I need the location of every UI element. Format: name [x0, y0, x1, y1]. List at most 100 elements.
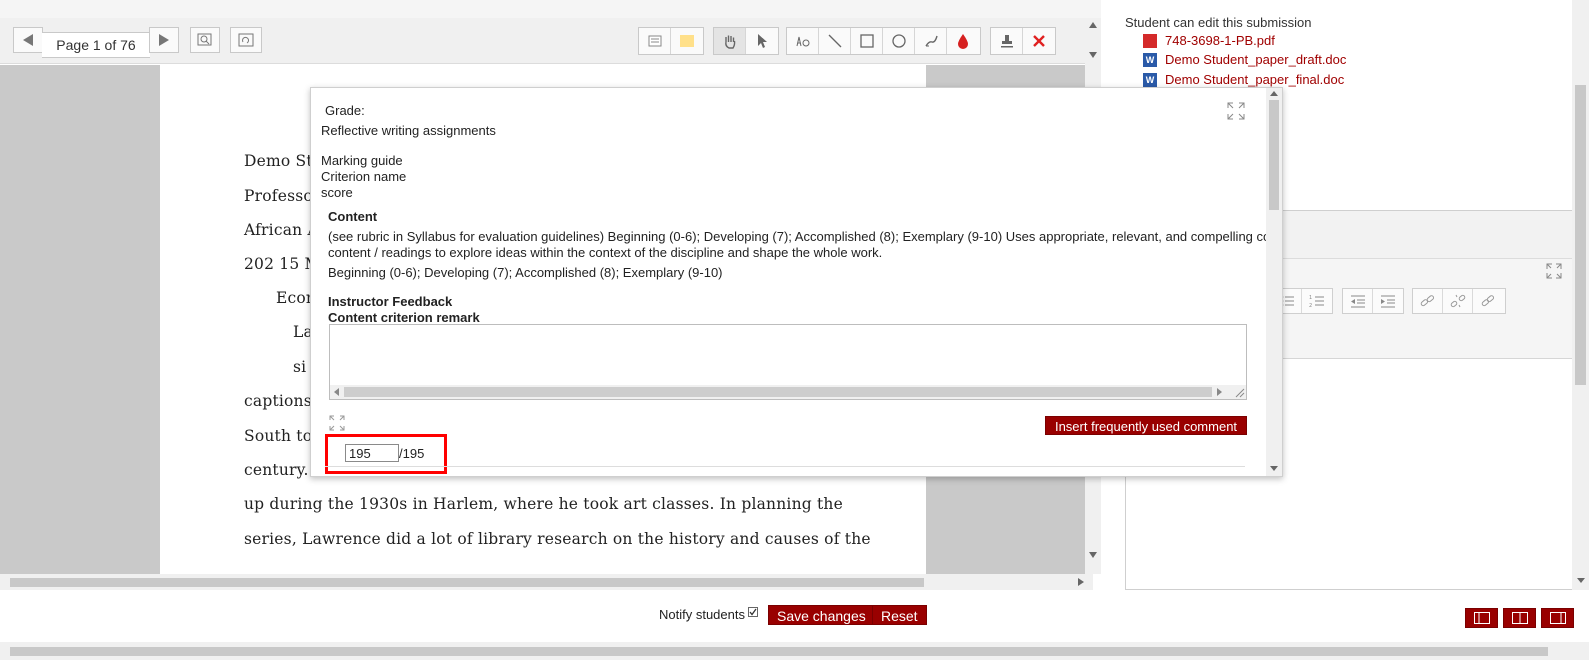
- grading-popup: Grade: Reflective writing assignments Ma…: [310, 87, 1283, 477]
- pen-icon: [924, 35, 938, 47]
- numbered-list-button[interactable]: 12: [1302, 289, 1332, 313]
- anchor-link-button[interactable]: [1473, 289, 1503, 313]
- pdf-horizontal-scrollbar[interactable]: [0, 574, 1093, 590]
- score-max: /195: [399, 446, 425, 461]
- hand-icon: [724, 35, 735, 49]
- scrollbar-thumb[interactable]: [344, 387, 1212, 397]
- file-name[interactable]: 748-3698-1-PB.pdf: [1165, 33, 1275, 48]
- stamp-tool[interactable]: [991, 28, 1023, 54]
- grade-label: Grade:: [325, 103, 365, 118]
- layout-left-button[interactable]: [1465, 608, 1498, 628]
- select-tool[interactable]: [746, 28, 778, 54]
- criterion-name-header: Criterion name: [321, 169, 407, 184]
- page-vertical-scrollbar[interactable]: [1572, 0, 1589, 590]
- oval-tool-icon: [796, 36, 809, 47]
- rectangle-icon: [859, 34, 874, 48]
- scrollbar-thumb[interactable]: [1575, 85, 1586, 385]
- editable-note: Student can edit this submission: [1125, 15, 1312, 30]
- circle-icon: [891, 34, 906, 48]
- layout-left-icon: [1473, 612, 1490, 624]
- insert-comment-button[interactable]: Insert frequently used comment: [1045, 416, 1247, 435]
- line-tool[interactable]: [819, 28, 851, 54]
- color-tool[interactable]: [947, 28, 979, 54]
- prev-page-button[interactable]: [13, 27, 43, 53]
- layout-right-button[interactable]: [1541, 608, 1574, 628]
- scroll-left-arrow-icon[interactable]: [334, 388, 339, 396]
- criterion-title: Content: [328, 209, 378, 224]
- circle-tool[interactable]: [883, 28, 915, 54]
- instructor-feedback-title: Instructor Feedback: [328, 294, 453, 309]
- pdf-toolbar: Page 1 of 76: [0, 18, 1093, 64]
- grading-footer: Notify students Save changes Reset: [0, 590, 1589, 642]
- scroll-down-arrow-icon[interactable]: [1577, 578, 1585, 583]
- annotation-tools-group: [786, 27, 981, 55]
- anchor-link-icon: [1481, 295, 1495, 307]
- scroll-up-arrow-icon[interactable]: [1270, 91, 1278, 96]
- scrollbar-thumb[interactable]: [1269, 100, 1279, 210]
- page-indicator: Page 1 of 76: [42, 32, 150, 58]
- misc-tools-group: [990, 27, 1056, 55]
- comment-tool[interactable]: [639, 28, 671, 54]
- criterion-remark-textarea[interactable]: [329, 324, 1247, 400]
- score-header: score: [321, 185, 353, 200]
- scroll-right-arrow-icon[interactable]: [1217, 388, 1222, 396]
- expand-icon[interactable]: [1546, 263, 1562, 279]
- unlink-icon: [1450, 294, 1465, 308]
- rotate-button[interactable]: [230, 27, 262, 53]
- layout-right-icon: [1549, 612, 1566, 624]
- scroll-down-arrow-icon[interactable]: [1089, 552, 1097, 558]
- pen-tool[interactable]: [915, 28, 947, 54]
- scrollbar-thumb[interactable]: [10, 578, 924, 587]
- select-pointer-icon: [758, 34, 767, 48]
- layout-center-icon: [1511, 612, 1528, 624]
- file-link-draft[interactable]: W Demo Student_paper_draft.doc: [1143, 52, 1346, 67]
- save-changes-button[interactable]: Save changes: [768, 605, 875, 625]
- indent-button[interactable]: [1373, 289, 1403, 313]
- reset-button[interactable]: Reset: [872, 605, 927, 625]
- outdent-button[interactable]: [1343, 289, 1373, 313]
- pdf-text-line: captions): [244, 392, 319, 410]
- scrollbar-thumb[interactable]: [10, 647, 1548, 656]
- notify-students-checkbox[interactable]: [748, 607, 758, 617]
- layout-center-button[interactable]: [1503, 608, 1536, 628]
- indent-icon: [1381, 295, 1395, 308]
- delete-annotation-tool[interactable]: [1023, 28, 1055, 54]
- notify-students-label: Notify students: [659, 607, 745, 622]
- comment-icon: [648, 35, 661, 47]
- indent-tools-group: [1342, 288, 1404, 314]
- file-link-pdf[interactable]: 748-3698-1-PB.pdf: [1143, 33, 1275, 48]
- rectangle-tool[interactable]: [851, 28, 883, 54]
- file-link-final[interactable]: W Demo Student_paper_final.doc: [1143, 72, 1344, 87]
- score-input[interactable]: [345, 444, 399, 462]
- hand-tool[interactable]: [714, 28, 746, 54]
- pdf-text-line: Demo St: [244, 152, 313, 170]
- page-horizontal-scrollbar[interactable]: [0, 642, 1589, 660]
- next-page-button[interactable]: [149, 27, 179, 53]
- link-button[interactable]: [1413, 289, 1443, 313]
- remark-label: Content criterion remark: [328, 310, 480, 325]
- stamp-icon: [1000, 35, 1013, 48]
- scroll-right-arrow-icon[interactable]: [1078, 578, 1084, 586]
- expand-icon[interactable]: [329, 415, 345, 431]
- link-icon: [1420, 295, 1434, 307]
- next-page-icon: [159, 34, 169, 46]
- criterion-description: content / readings to explore ideas with…: [328, 245, 883, 260]
- navigation-tools-group: [713, 27, 779, 55]
- remark-horizontal-scrollbar[interactable]: [330, 385, 1246, 399]
- highlight-color-tool[interactable]: [671, 28, 703, 54]
- scroll-up-arrow-icon[interactable]: [1089, 22, 1097, 28]
- popup-vertical-scrollbar[interactable]: [1266, 88, 1282, 476]
- unlink-button[interactable]: [1443, 289, 1473, 313]
- delete-icon: [1033, 35, 1045, 47]
- scroll-down-arrow-icon[interactable]: [1270, 466, 1278, 471]
- line-icon: [828, 34, 841, 48]
- scroll-down-arrow-icon[interactable]: [1089, 52, 1097, 58]
- svg-text:2: 2: [1309, 303, 1312, 308]
- resize-handle-icon[interactable]: [1233, 386, 1245, 398]
- file-name[interactable]: Demo Student_paper_final.doc: [1165, 72, 1344, 87]
- expand-icon[interactable]: [1227, 102, 1245, 120]
- oval-tool[interactable]: [787, 28, 819, 54]
- file-name[interactable]: Demo Student_paper_draft.doc: [1165, 52, 1346, 67]
- search-comments-button[interactable]: [190, 27, 220, 53]
- pdf-text-line: up during the 1930s in Harlem, where he …: [244, 495, 843, 513]
